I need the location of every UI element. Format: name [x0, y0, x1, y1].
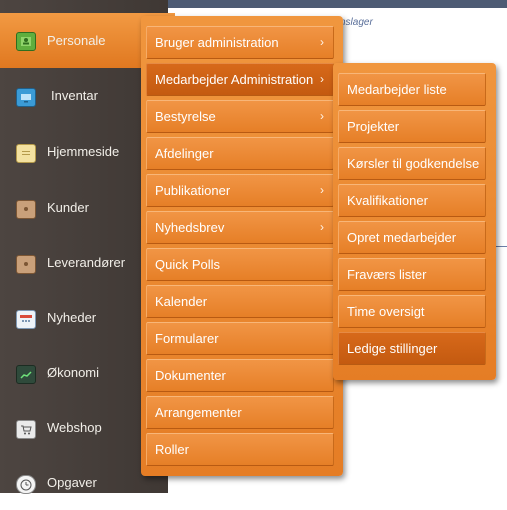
contacts-book-icon [16, 255, 36, 274]
menu-item-label: Nyhedsbrev [155, 220, 225, 235]
menu-item-label: Time oversigt [347, 304, 425, 319]
submenu-item-opret-medarbejder[interactable]: Opret medarbejder [338, 221, 486, 254]
menu-item-roller[interactable]: Roller [146, 433, 334, 466]
menu-item-label: Medarbejder Administration [155, 72, 314, 87]
menu-item-label: Kvalifikationer [347, 193, 428, 208]
contacts-book-icon [16, 200, 36, 219]
note-icon [16, 144, 36, 163]
submenu-item-ledige-stillinger[interactable]: Ledige stillinger [338, 332, 486, 365]
clock-icon [16, 475, 36, 494]
menu-item-label: Arrangementer [155, 405, 242, 420]
menu-item-medarbejder-administration[interactable]: Medarbejder Administration › [146, 63, 334, 96]
submenu-item-korsler-til-godkendelse[interactable]: Kørsler til godkendelse [338, 147, 486, 180]
page-header-bar [168, 0, 507, 8]
menu-item-label: Kalender [155, 294, 208, 309]
menu-item-label: Ledige stillinger [347, 341, 438, 356]
menu-item-label: Medarbejder liste [347, 82, 447, 97]
menu-item-nyhedsbrev[interactable]: Nyhedsbrev › [146, 211, 334, 244]
chevron-right-icon: › [320, 35, 324, 49]
menu-item-label: Roller [155, 442, 189, 457]
menu-item-label: Dokumenter [155, 368, 226, 383]
sidebar-item-label: Økonomi [47, 365, 100, 380]
chevron-right-icon: › [320, 220, 324, 234]
menu-item-label: Bruger administration [155, 35, 279, 50]
menu-item-bruger-administration[interactable]: Bruger administration › [146, 26, 334, 59]
menu-item-publikationer[interactable]: Publikationer › [146, 174, 334, 207]
menu-item-label: Quick Polls [155, 257, 221, 272]
menu-item-dokumenter[interactable]: Dokumenter [146, 359, 334, 392]
chart-icon [16, 365, 36, 384]
menu-item-arrangementer[interactable]: Arrangementer [146, 396, 334, 429]
menu-item-quick-polls[interactable]: Quick Polls [146, 248, 334, 281]
menu-item-label: Kørsler til godkendelse [347, 156, 480, 171]
menu-item-formularer[interactable]: Formularer [146, 322, 334, 355]
address-book-icon [16, 32, 36, 51]
menu-item-kalender[interactable]: Kalender [146, 285, 334, 318]
menu-item-label: Projekter [347, 119, 400, 134]
submenu-item-fravaers-lister[interactable]: Fraværs lister [338, 258, 486, 291]
menu-item-afdelinger[interactable]: Afdelinger [146, 137, 334, 170]
menu-item-label: Fraværs lister [347, 267, 427, 282]
menu-item-label: Publikationer [155, 183, 231, 198]
chevron-right-icon: › [320, 72, 324, 86]
submenu-item-kvalifikationer[interactable]: Kvalifikationer [338, 184, 486, 217]
medarbejder-administration-submenu: Medarbejder liste Projekter Kørsler til … [333, 63, 496, 380]
menu-item-label: Opret medarbejder [347, 230, 457, 245]
sidebar-item-label: Kunder [47, 200, 89, 215]
chevron-right-icon: › [320, 183, 324, 197]
sidebar-item-label: Nyheder [47, 310, 97, 325]
sidebar-item-label: Inventar [51, 88, 98, 103]
sidebar-item-label: Webshop [47, 420, 102, 435]
menu-item-label: Formularer [155, 331, 219, 346]
sidebar-item-label: Leverandører [47, 255, 126, 270]
submenu-item-time-oversigt[interactable]: Time oversigt [338, 295, 486, 328]
sidebar-item-label: Personale [47, 33, 106, 48]
calendar-icon [16, 310, 36, 329]
menu-item-label: Bestyrelse [155, 109, 216, 124]
chevron-right-icon: › [320, 109, 324, 123]
submenu-item-medarbejder-liste[interactable]: Medarbejder liste [338, 73, 486, 106]
monitor-icon [16, 88, 36, 107]
sidebar-item-label: Opgaver [47, 475, 97, 490]
personale-dropdown-menu: Bruger administration › Medarbejder Admin… [141, 16, 343, 476]
menu-item-label: Afdelinger [155, 146, 214, 161]
background-partial-text: nslager [340, 17, 373, 28]
cart-icon [16, 420, 36, 439]
sidebar-item-label: Hjemmeside [47, 144, 120, 159]
submenu-item-projekter[interactable]: Projekter [338, 110, 486, 143]
menu-item-bestyrelse[interactable]: Bestyrelse › [146, 100, 334, 133]
